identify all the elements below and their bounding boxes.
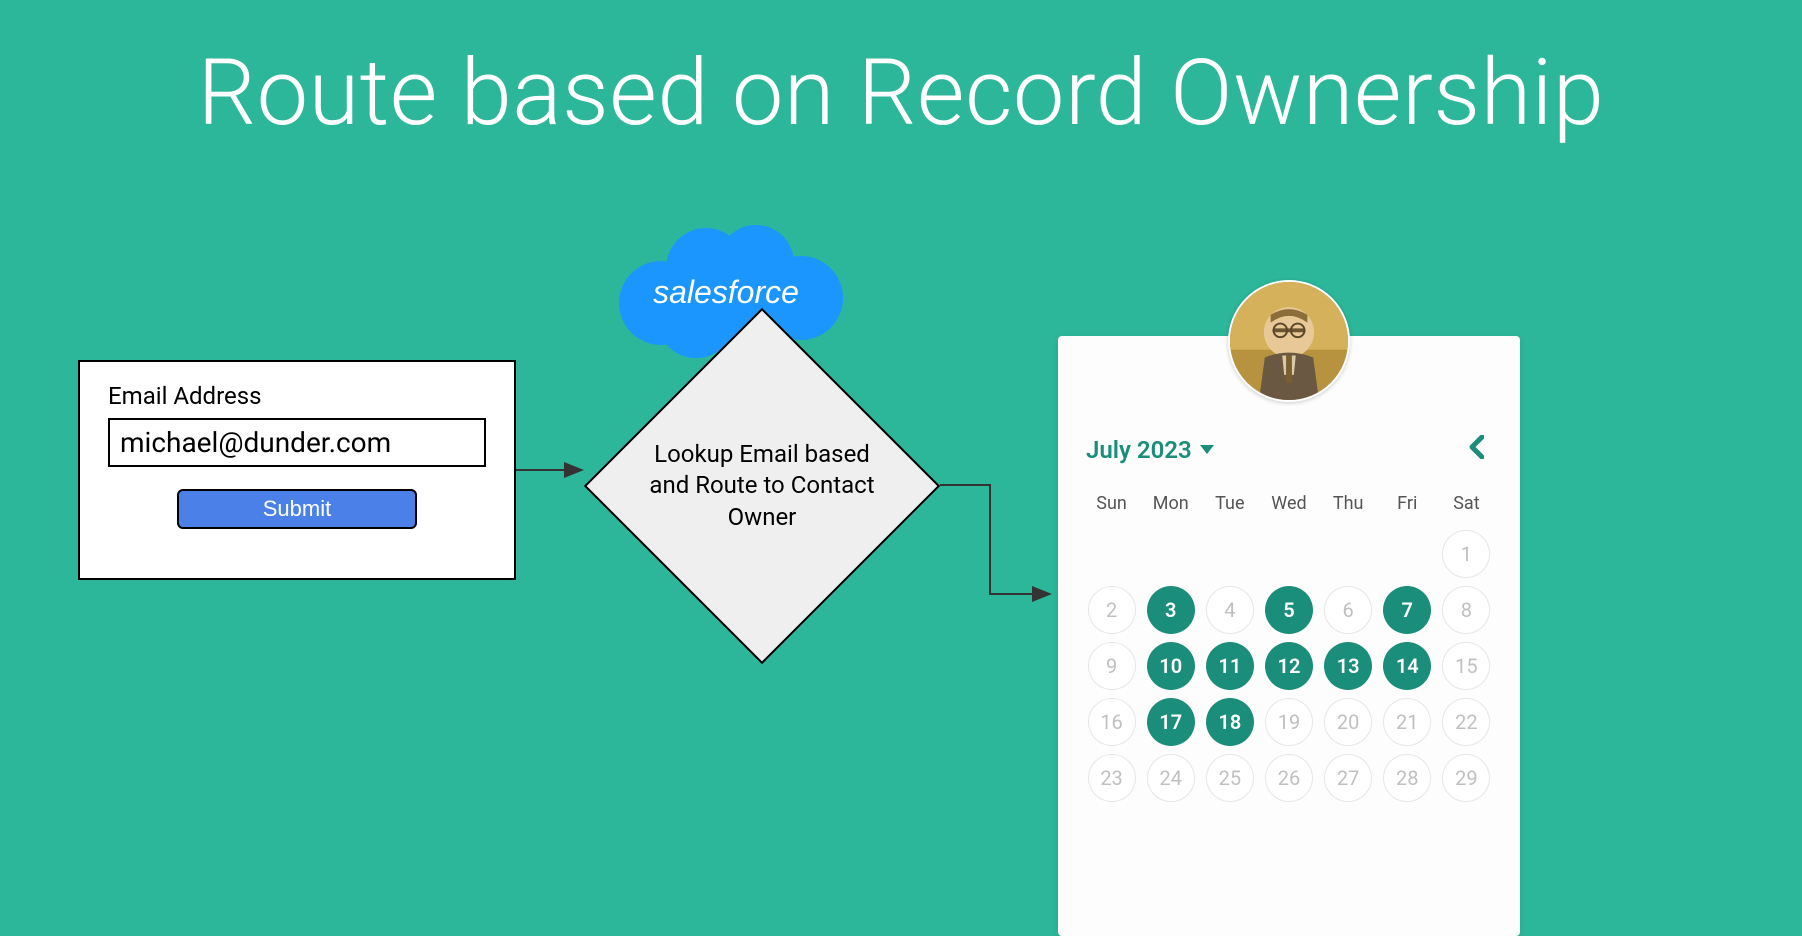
chevron-left-icon xyxy=(1468,435,1484,459)
day-cell[interactable]: 5 xyxy=(1265,586,1313,634)
day-cell: 24 xyxy=(1147,754,1195,802)
days-grid: 1234567891011121314151617181920212223242… xyxy=(1086,530,1492,802)
day-cell: 9 xyxy=(1088,642,1136,690)
day-cell: 19 xyxy=(1265,698,1313,746)
day-cell[interactable]: 10 xyxy=(1147,642,1195,690)
weekday-label: Wed xyxy=(1263,493,1314,514)
submit-button[interactable]: Submit xyxy=(177,489,417,529)
day-cell: 29 xyxy=(1442,754,1490,802)
weekday-label: Sun xyxy=(1086,493,1137,514)
day-cell[interactable]: 18 xyxy=(1206,698,1254,746)
decision-text: Lookup Email based and Route to Contact … xyxy=(642,439,882,533)
day-cell[interactable]: 13 xyxy=(1324,642,1372,690)
weekday-label: Fri xyxy=(1382,493,1433,514)
svg-text:salesforce: salesforce xyxy=(653,274,799,310)
email-label: Email Address xyxy=(108,382,486,410)
day-cell: 21 xyxy=(1383,698,1431,746)
weekday-label: Mon xyxy=(1145,493,1196,514)
day-cell: 28 xyxy=(1383,754,1431,802)
day-cell: 20 xyxy=(1324,698,1372,746)
chevron-down-icon xyxy=(1200,445,1214,454)
calendar-card: July 2023 Sun Mon Tue Wed Thu Fri Sat 12… xyxy=(1058,336,1520,936)
weekday-label: Sat xyxy=(1441,493,1492,514)
month-picker[interactable]: July 2023 xyxy=(1086,436,1214,464)
day-cell: 6 xyxy=(1324,586,1372,634)
day-cell: 16 xyxy=(1088,698,1136,746)
day-cell[interactable]: 3 xyxy=(1147,586,1195,634)
decision-node: Lookup Email based and Route to Contact … xyxy=(582,306,942,666)
day-cell[interactable]: 17 xyxy=(1147,698,1195,746)
day-cell: 25 xyxy=(1206,754,1254,802)
calendar-header: July 2023 xyxy=(1086,428,1492,471)
calendar-prev-button[interactable] xyxy=(1460,428,1492,471)
day-cell: 26 xyxy=(1265,754,1313,802)
weekday-label: Thu xyxy=(1323,493,1374,514)
day-cell: 15 xyxy=(1442,642,1490,690)
owner-avatar xyxy=(1228,280,1350,402)
day-cell: 1 xyxy=(1442,530,1490,578)
weekday-label: Tue xyxy=(1204,493,1255,514)
day-cell: 2 xyxy=(1088,586,1136,634)
weekday-row: Sun Mon Tue Wed Thu Fri Sat xyxy=(1086,493,1492,514)
day-cell: 4 xyxy=(1206,586,1254,634)
day-cell: 23 xyxy=(1088,754,1136,802)
day-cell: 27 xyxy=(1324,754,1372,802)
month-label-text: July 2023 xyxy=(1086,436,1192,464)
email-field[interactable] xyxy=(108,418,486,467)
page-title: Route based on Record Ownership xyxy=(0,40,1802,147)
day-cell[interactable]: 11 xyxy=(1206,642,1254,690)
day-cell[interactable]: 7 xyxy=(1383,586,1431,634)
day-cell: 22 xyxy=(1442,698,1490,746)
email-form-card: Email Address Submit xyxy=(78,360,516,580)
day-cell[interactable]: 14 xyxy=(1383,642,1431,690)
day-cell: 8 xyxy=(1442,586,1490,634)
day-cell[interactable]: 12 xyxy=(1265,642,1313,690)
